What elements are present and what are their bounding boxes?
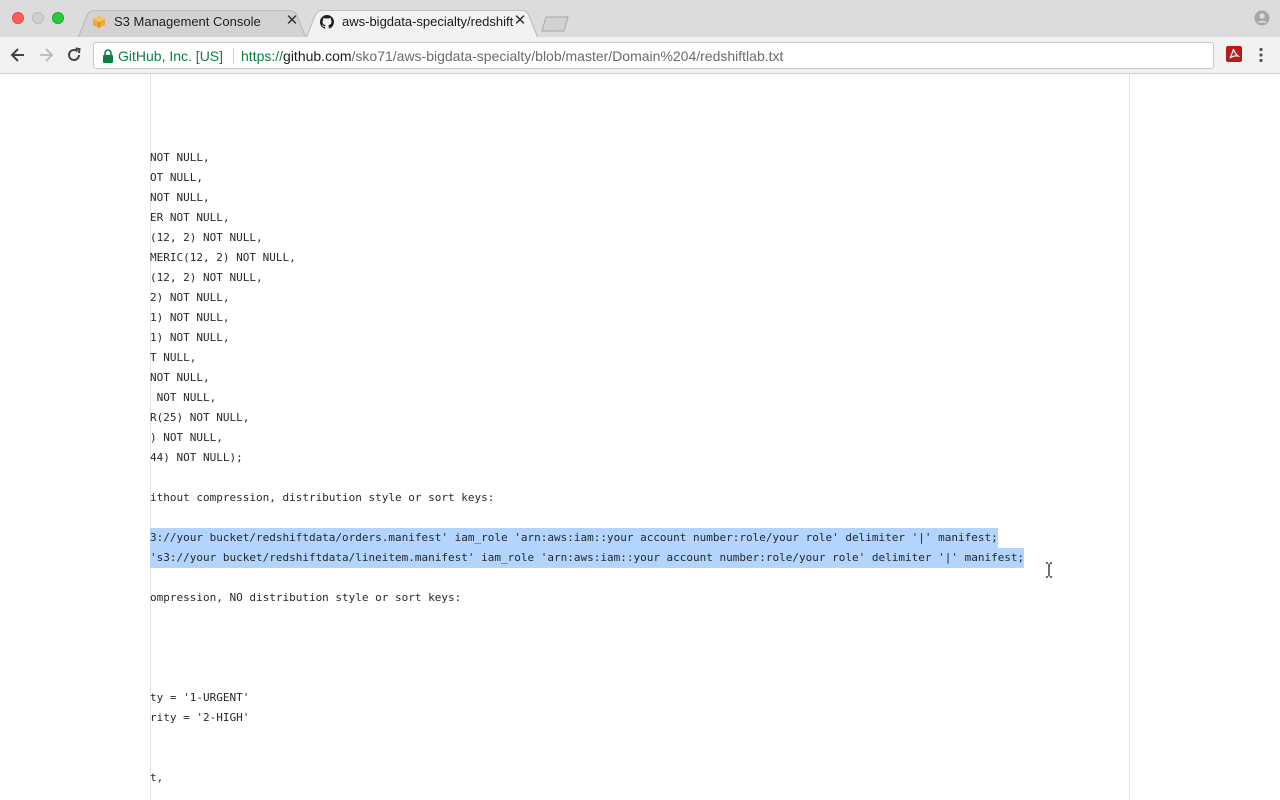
window-close-button[interactable] [12, 12, 24, 24]
code-line-text: OT NULL, [150, 171, 203, 184]
code-line-text: t, [150, 771, 164, 784]
code-line: ER NOT NULL, [150, 208, 1128, 228]
forward-arrow-icon[interactable] [36, 45, 56, 65]
code-line-text: NOT NULL, [150, 371, 210, 384]
code-line-text: ty = '1-URGENT' [150, 691, 250, 704]
tab-title: S3 Management Console [114, 14, 261, 29]
code-line: NOT NULL, [150, 148, 1128, 168]
code-line: NOT NULL, [150, 388, 1128, 408]
browser-toolbar: GitHub, Inc. [US] https://github.com/sko… [0, 37, 1280, 74]
code-line: (12, 2) NOT NULL, [150, 228, 1128, 248]
code-line-text: R(25) NOT NULL, [150, 411, 250, 424]
code-line-text: NOT NULL, [150, 151, 210, 164]
code-line: NOT NULL, [150, 188, 1128, 208]
code-line: 1) NOT NULL, [150, 328, 1128, 348]
code-line: 's3://your bucket/redshiftdata/lineitem.… [150, 548, 1128, 568]
address-separator [233, 48, 234, 64]
pdf-extension-icon[interactable] [1226, 46, 1242, 62]
tab-github-redshift[interactable]: aws-bigdata-specialty/redshift ✕ [306, 7, 538, 37]
code-line: NOT NULL, [150, 368, 1128, 388]
text-cursor-icon [1046, 562, 1052, 578]
code-line-text: MERIC(12, 2) NOT NULL, [150, 251, 296, 264]
aws-cube-icon [93, 16, 105, 28]
code-line: MERIC(12, 2) NOT NULL, [150, 248, 1128, 268]
code-view[interactable]: NOT NULL, OT NULL, NOT NULL, ER NOT NULL, (1… [150, 148, 1128, 788]
code-line-text: T NULL, [150, 351, 197, 364]
url-host: github.com [283, 48, 352, 64]
new-tab-button[interactable] [540, 16, 570, 32]
code-line-text: 's3://your bucket/redshiftdata/lineitem.… [150, 548, 1025, 568]
more-menu-icon[interactable] [1258, 47, 1264, 63]
code-line: OT NULL, [150, 168, 1128, 188]
code-line: ithout compression, distribution style o… [150, 488, 1128, 508]
code-line: R(25) NOT NULL, [150, 408, 1128, 428]
code-line: (12, 2) NOT NULL, [150, 268, 1128, 288]
code-line-text: NOT NULL, [150, 391, 217, 404]
page-content: NOT NULL, OT NULL, NOT NULL, ER NOT NULL, (1… [0, 74, 1280, 800]
code-line-text: ER NOT NULL, [150, 211, 230, 224]
code-line-text: 1) NOT NULL, [150, 311, 230, 324]
code-line: 3://your bucket/redshiftdata/orders.mani… [150, 528, 1128, 548]
url-text[interactable]: https://github.com/sko71/aws-bigdata-spe… [241, 48, 783, 64]
profile-icon[interactable] [1254, 10, 1270, 26]
tab-s3-console[interactable]: S3 Management Console ✕ [78, 7, 306, 37]
code-line: ompression, NO distribution style or sor… [150, 588, 1128, 608]
url-scheme: https:// [241, 48, 284, 64]
code-line-text: rity = '2-HIGH' [150, 711, 250, 724]
tab-strip: S3 Management Console ✕ aws-bigdata-spec… [0, 0, 1280, 38]
tab-close-icon[interactable]: ✕ [512, 13, 528, 29]
code-box-border [1129, 74, 1130, 800]
lock-icon [103, 49, 113, 63]
github-icon [320, 15, 334, 29]
code-line: rity = '2-HIGH' [150, 708, 1128, 728]
tab-title: aws-bigdata-specialty/redshift [342, 14, 514, 29]
code-line: t, [150, 768, 1128, 788]
code-line-text: (12, 2) NOT NULL, [150, 271, 263, 284]
code-line-text: 2) NOT NULL, [150, 291, 230, 304]
code-line-text: (12, 2) NOT NULL, [150, 231, 263, 244]
back-arrow-icon[interactable] [8, 45, 28, 65]
acrobat-icon [1229, 48, 1241, 59]
code-line: ty = '1-URGENT' [150, 688, 1128, 708]
code-line-text: 1) NOT NULL, [150, 331, 230, 344]
code-line-text: ) NOT NULL, [150, 431, 223, 444]
ev-certificate-label[interactable]: GitHub, Inc. [US] [118, 48, 223, 64]
tab-close-icon[interactable]: ✕ [284, 13, 300, 29]
window-maximize-button[interactable] [52, 12, 64, 24]
code-line: 44) NOT NULL); [150, 448, 1128, 468]
code-line-text: ompression, NO distribution style or sor… [150, 591, 462, 604]
code-line-text: 44) NOT NULL); [150, 451, 243, 464]
window-minimize-button[interactable] [32, 12, 44, 24]
code-line-text: NOT NULL, [150, 191, 210, 204]
code-line-text: ithout compression, distribution style o… [150, 491, 495, 504]
reload-icon[interactable] [64, 45, 84, 65]
url-path: /sko71/aws-bigdata-specialty/blob/master… [351, 48, 784, 64]
address-bar[interactable]: GitHub, Inc. [US] https://github.com/sko… [93, 42, 1214, 69]
code-line: 1) NOT NULL, [150, 308, 1128, 328]
code-line-text: 3://your bucket/redshiftdata/orders.mani… [150, 528, 998, 548]
code-line: 2) NOT NULL, [150, 288, 1128, 308]
code-line: ) NOT NULL, [150, 428, 1128, 448]
code-line: T NULL, [150, 348, 1128, 368]
